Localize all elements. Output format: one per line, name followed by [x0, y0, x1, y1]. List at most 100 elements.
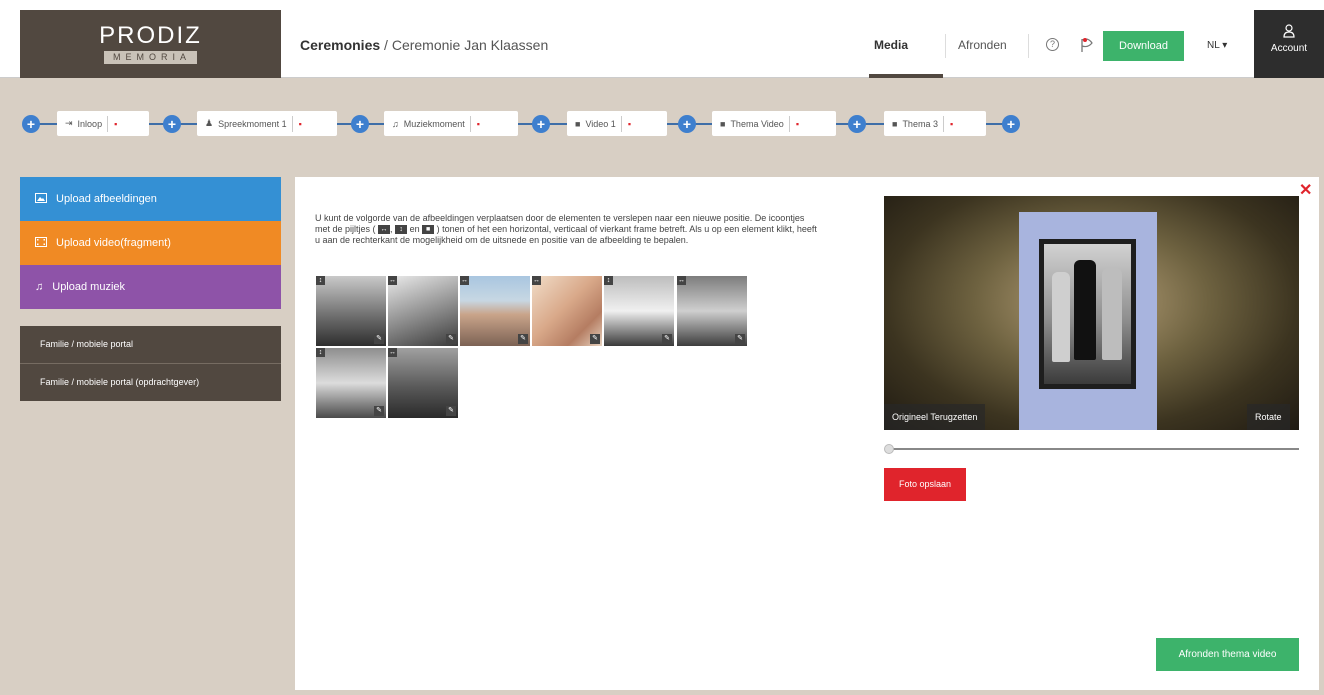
- media-thumbnail[interactable]: ↕ ✎: [316, 276, 386, 346]
- timeline-add-button[interactable]: +: [351, 115, 369, 133]
- header-bar: PRODIZ MEMORIA Ceremonies / Ceremonie Ja…: [0, 0, 1324, 78]
- edit-icon[interactable]: ✎: [446, 406, 456, 416]
- timeline-item-label: Inloop: [77, 118, 103, 129]
- trash-icon[interactable]: ▪: [796, 119, 799, 129]
- help-icon[interactable]: ?: [1046, 38, 1059, 51]
- instructions-part-2: ) tonen of het een horizontal, verticaal…: [315, 224, 817, 245]
- portal-family-link[interactable]: Familie / mobiele portal: [20, 326, 281, 363]
- music-icon: ♫: [35, 281, 44, 293]
- edit-icon[interactable]: ✎: [374, 406, 384, 416]
- timeline-item-thema-3[interactable]: ■ Thema 3 ▪: [884, 111, 986, 136]
- trash-icon[interactable]: ▪: [299, 119, 302, 129]
- timeline-add-button[interactable]: +: [163, 115, 181, 133]
- orientation-icon: ↕: [604, 276, 613, 285]
- nav-divider: [1028, 34, 1029, 58]
- orientation-icon: ↕: [316, 276, 325, 285]
- person-icon: [1254, 24, 1324, 41]
- upload-images-button[interactable]: Upload afbeeldingen: [20, 177, 281, 221]
- nav-divider: [945, 34, 946, 58]
- instructions-and: en: [409, 224, 420, 234]
- music-icon: ♫: [392, 118, 399, 129]
- zoom-slider-track[interactable]: [889, 448, 1299, 450]
- horizontal-arrow-icon: ↔: [378, 225, 391, 235]
- edit-icon[interactable]: ✎: [518, 334, 528, 344]
- orientation-icon: ↔: [388, 276, 397, 285]
- language-select[interactable]: NL ▾: [1207, 40, 1227, 51]
- upload-video-button[interactable]: Upload video(fragment): [20, 221, 281, 265]
- trash-icon[interactable]: ▪: [114, 119, 117, 129]
- timeline-item-video-1[interactable]: ■ Video 1 ▪: [567, 111, 667, 136]
- timeline-item-label: Thema Video: [730, 118, 784, 129]
- media-thumbnail[interactable]: ↔ ✎: [388, 276, 458, 346]
- timeline-item-thema-video[interactable]: ■ Thema Video ▪: [712, 111, 836, 136]
- breadcrumb-root[interactable]: Ceremonies: [300, 37, 380, 53]
- photo-mat: [1039, 239, 1136, 389]
- zoom-slider-handle[interactable]: [884, 444, 894, 454]
- chip-divider: [620, 115, 622, 132]
- edit-icon[interactable]: ✎: [590, 334, 600, 344]
- trash-icon[interactable]: ▪: [628, 119, 631, 129]
- orientation-icon: ↔: [532, 276, 541, 285]
- photo-figure: [1102, 268, 1122, 360]
- media-thumbnail[interactable]: ↔ ✎: [460, 276, 530, 346]
- upload-music-button[interactable]: ♫ Upload muziek: [20, 265, 281, 309]
- timeline-item-label: Video 1: [585, 118, 616, 129]
- timeline-item-label: Thema 3: [902, 118, 938, 129]
- timeline-add-button[interactable]: +: [532, 115, 550, 133]
- timeline-item-inloop[interactable]: ⇥ Inloop ▪: [57, 111, 149, 136]
- media-thumbnail[interactable]: ↔ ✎: [532, 276, 602, 346]
- photo-figure: [1052, 272, 1070, 362]
- timeline-item-muziekmoment[interactable]: ♫ Muziekmoment ▪: [384, 111, 518, 136]
- timeline-item-label: Muziekmoment: [403, 118, 465, 129]
- media-thumbnail[interactable]: ↔ ✎: [677, 276, 747, 346]
- instructions-text: U kunt de volgorde van de afbeeldingen v…: [315, 213, 817, 245]
- timeline-item-spreekmoment[interactable]: ♟ Spreekmoment 1 ▪: [197, 111, 337, 136]
- media-thumbnail[interactable]: ↕ ✎: [604, 276, 674, 346]
- prodiz-logo[interactable]: PRODIZ MEMORIA: [20, 10, 281, 78]
- edit-icon[interactable]: ✎: [374, 334, 384, 344]
- close-icon[interactable]: ✕: [1299, 180, 1312, 200]
- edit-icon[interactable]: ✎: [446, 334, 456, 344]
- tab-media[interactable]: Media: [874, 38, 908, 52]
- timeline-add-button[interactable]: +: [678, 115, 696, 133]
- video-icon: ■: [720, 118, 726, 129]
- upload-images-label: Upload afbeeldingen: [56, 193, 157, 205]
- edit-icon[interactable]: ✎: [735, 334, 745, 344]
- vertical-arrow-icon: ↕: [395, 225, 408, 235]
- film-icon: [35, 236, 47, 250]
- media-thumbnail[interactable]: ↕ ✎: [316, 348, 386, 418]
- finish-theme-video-button[interactable]: Afronden thema video: [1156, 638, 1299, 671]
- download-button[interactable]: Download: [1103, 31, 1184, 61]
- trash-icon[interactable]: ▪: [950, 119, 953, 129]
- enter-icon: ⇥: [65, 118, 73, 128]
- reset-original-button[interactable]: Origineel Terugzetten: [884, 404, 986, 430]
- timeline-add-button[interactable]: +: [22, 115, 40, 133]
- portal-family-client-link[interactable]: Familie / mobiele portal (opdrachtgever): [20, 364, 281, 401]
- tab-afronden[interactable]: Afronden: [958, 38, 1007, 52]
- timeline-add-button[interactable]: +: [1002, 115, 1020, 133]
- photo-frame: [1019, 212, 1157, 430]
- account-button[interactable]: Account: [1254, 10, 1324, 78]
- account-label: Account: [1270, 43, 1308, 54]
- tab-media-indicator: [869, 74, 943, 78]
- orientation-icon: ↔: [677, 276, 686, 285]
- video-icon: ■: [892, 118, 898, 129]
- square-icon: ■: [422, 225, 435, 235]
- chip-divider: [788, 115, 790, 132]
- save-photo-button[interactable]: Foto opslaan: [884, 468, 966, 501]
- image-preview[interactable]: [884, 196, 1299, 430]
- media-thumbnail[interactable]: ↔ ✎: [388, 348, 458, 418]
- orientation-icon: ↔: [460, 276, 469, 285]
- preview-photo: [1044, 244, 1131, 384]
- timeline-item-label: Spreekmoment 1: [218, 118, 287, 129]
- edit-icon[interactable]: ✎: [662, 334, 672, 344]
- notification-flag-icon[interactable]: [1080, 37, 1094, 53]
- trash-icon[interactable]: ▪: [477, 119, 480, 129]
- upload-video-label: Upload video(fragment): [56, 237, 171, 249]
- chip-divider: [942, 115, 944, 132]
- upload-music-label: Upload muziek: [52, 281, 126, 293]
- timeline-add-button[interactable]: +: [848, 115, 866, 133]
- logo-brand: PRODIZ: [99, 22, 202, 49]
- rotate-button[interactable]: Rotate: [1247, 404, 1290, 430]
- chip-divider: [291, 115, 293, 132]
